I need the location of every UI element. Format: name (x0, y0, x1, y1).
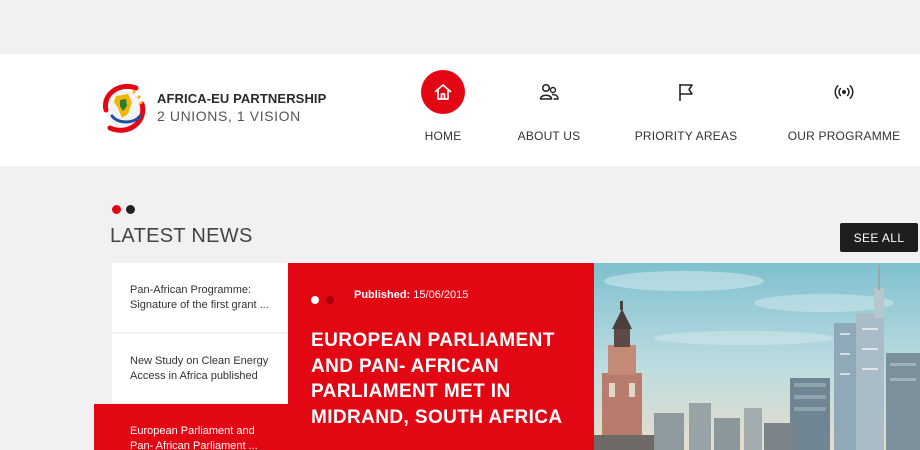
top-bar (0, 0, 920, 54)
home-icon (421, 70, 465, 114)
published-info: Published: 15/06/2015 (354, 289, 468, 301)
slide-dot[interactable] (326, 296, 334, 304)
brand-name: AFRICA-EU PARTNERSHIP (157, 91, 327, 106)
featured-title[interactable]: EUROPEAN PARLIAMENT AND PAN- AFRICAN PAR… (311, 328, 591, 430)
latest-news-title: LATEST NEWS (110, 225, 253, 247)
section-dots (112, 201, 140, 219)
nav-item-about-us[interactable]: ABOUT US (505, 68, 593, 158)
featured-news-card[interactable]: Published: 15/06/2015 EUROPEAN PARLIAMEN… (288, 263, 594, 450)
brand-tagline: 2 UNIONS, 1 VISION (157, 108, 301, 124)
news-list-item[interactable]: Pan-African Programme: Signature of the … (112, 263, 288, 332)
dot-red (112, 205, 121, 214)
published-date: 15/06/2015 (413, 289, 469, 301)
users-icon (527, 70, 571, 114)
nav-label-our-programme: OUR PROGRAMME (787, 129, 901, 143)
dot-dark (126, 205, 135, 214)
see-all-button[interactable]: SEE ALL (840, 223, 918, 252)
partnership-logo[interactable] (98, 80, 150, 138)
published-label: Published: (354, 289, 411, 301)
news-list-item-active[interactable]: European Parliament and Pan- African Par… (94, 404, 288, 450)
news-list: Pan-African Programme: Signature of the … (94, 263, 288, 450)
featured-dots (311, 291, 341, 309)
slide-dot-active[interactable] (311, 296, 319, 304)
nav-label-home: HOME (424, 129, 462, 143)
nav-item-home[interactable]: HOME (403, 68, 483, 158)
nav-label-about-us: ABOUT US (517, 129, 581, 143)
nav-label-priority-areas: PRIORITY AREAS (634, 129, 738, 143)
nav-item-priority-areas[interactable]: PRIORITY AREAS (630, 68, 742, 158)
flag-icon (664, 70, 708, 114)
nav-item-our-programme[interactable]: OUR PROGRAMME (786, 68, 902, 158)
featured-photo (594, 263, 920, 450)
news-list-item[interactable]: New Study on Clean Energy Access in Afri… (112, 334, 288, 403)
broadcast-icon (822, 70, 866, 114)
